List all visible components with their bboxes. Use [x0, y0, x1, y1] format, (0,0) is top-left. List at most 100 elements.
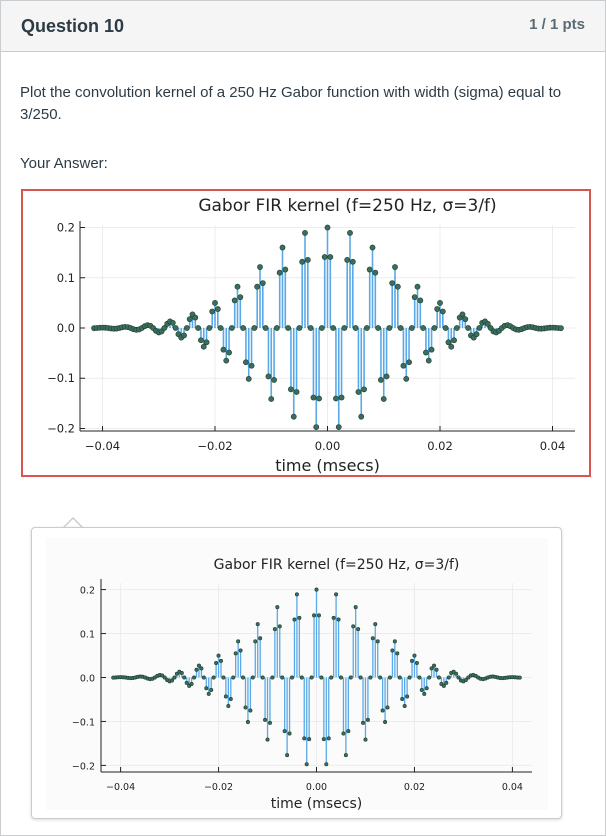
stem-marker: [243, 705, 248, 710]
stem-marker: [234, 283, 241, 290]
stem-marker: [378, 675, 383, 680]
x-tick-label: −0.04: [85, 439, 120, 453]
stem-marker: [169, 319, 176, 326]
stem-marker: [368, 675, 373, 680]
stem-marker: [282, 729, 287, 734]
stem-marker: [451, 337, 457, 344]
preview-plot-area: Gabor FIR kernel (f=250 Hz, σ=3/f) 0.2 0.1…: [46, 538, 548, 812]
stem-marker: [389, 280, 396, 287]
y-tick-label: −0.1: [72, 717, 95, 728]
answer-chart: Gabor FIR kernel (f=250 Hz, σ=3/f) 0.2 0.1…: [47, 196, 575, 475]
stem-marker: [209, 308, 216, 315]
stem-marker: [347, 230, 353, 236]
stem-marker: [195, 325, 202, 331]
stem-marker: [226, 704, 231, 709]
stem-marker: [444, 680, 449, 685]
stem-marker: [429, 666, 434, 671]
stem-marker: [307, 737, 312, 742]
stem-marker: [214, 661, 219, 666]
stem-marker: [383, 720, 388, 725]
stem-marker: [378, 377, 384, 383]
stem-marker: [267, 720, 272, 725]
stem-marker: [299, 258, 306, 265]
question-text: Plot the convolution kernel of a 250 Hz …: [20, 84, 562, 123]
stem-marker: [253, 639, 258, 644]
stem-marker: [517, 675, 522, 680]
stem-marker: [257, 264, 263, 270]
stem-marker: [309, 675, 314, 680]
stem-marker: [223, 357, 230, 364]
stem-marker: [206, 691, 211, 696]
stem-marker: [196, 663, 201, 668]
stem-marker: [407, 675, 412, 680]
stem-marker: [414, 661, 419, 666]
stem-marker: [192, 675, 197, 680]
stem-marker: [304, 762, 309, 767]
stem-marker: [341, 731, 346, 736]
stem-marker: [251, 325, 258, 331]
stem-marker: [245, 375, 252, 382]
stem-marker: [422, 691, 427, 696]
stem-marker: [288, 386, 294, 393]
stem-marker: [424, 686, 429, 691]
y-tick-label: 0.0: [80, 674, 95, 685]
stem-marker: [206, 325, 213, 331]
stem-marker: [387, 675, 392, 680]
stem-marker: [285, 325, 292, 331]
stem-marker: [170, 678, 175, 683]
stem-marker: [271, 377, 277, 383]
stem-marker: [432, 663, 437, 668]
stem-marker: [228, 325, 235, 331]
stem-marker: [209, 687, 214, 692]
stem-marker: [237, 294, 244, 301]
y-tick-label: 0.1: [57, 271, 75, 285]
stem-marker: [414, 283, 421, 290]
your-answer-label: Your Answer:: [20, 155, 108, 172]
stem-marker: [199, 666, 204, 671]
chart-title: Gabor FIR kernel (f=250 Hz, σ=3/f): [198, 196, 496, 216]
stem-marker: [417, 675, 422, 680]
stem-marker: [338, 394, 345, 401]
stem-marker: [356, 627, 361, 632]
x-tick-label: −0.02: [204, 782, 233, 793]
stem-marker: [405, 694, 410, 699]
y-tick-label: −0.2: [72, 761, 95, 772]
stem-marker: [434, 667, 439, 672]
stem-marker: [212, 300, 218, 306]
stem-marker: [343, 753, 348, 758]
stem-marker: [203, 339, 210, 346]
stem-marker: [172, 675, 177, 680]
stem-marker: [259, 280, 266, 287]
stem-marker: [439, 308, 446, 315]
y-tick-label: 0.2: [57, 221, 75, 235]
stem-marker: [233, 651, 238, 656]
stem-marker: [304, 257, 311, 263]
y-tick-label: −0.2: [47, 421, 75, 435]
stem-marker: [558, 325, 564, 332]
stem-marker: [265, 373, 272, 380]
stem-marker: [313, 424, 320, 431]
stem-marker: [392, 639, 397, 644]
stem-marker: [420, 325, 427, 331]
stem-marker: [310, 394, 317, 401]
stem-marker: [473, 331, 480, 338]
stem-marker: [349, 258, 356, 265]
stem-marker: [181, 332, 187, 339]
stem-marker: [297, 615, 302, 620]
answer-image[interactable]: Gabor FIR kernel (f=250 Hz, σ=3/f) 0.2 0.1…: [21, 189, 591, 477]
stem-marker: [372, 269, 379, 276]
image-preview-popup: Gabor FIR kernel (f=250 Hz, σ=3/f) 0.2 0.1…: [31, 527, 562, 819]
stem-marker: [268, 396, 275, 402]
stem-marker: [262, 325, 269, 331]
stem-marker: [346, 729, 351, 734]
stem-marker: [198, 337, 204, 344]
stem-marker: [238, 648, 243, 653]
stem-marker: [263, 717, 268, 722]
stem-marker: [231, 675, 236, 680]
stem-marker: [366, 266, 373, 273]
x-tick-label: 0.04: [540, 439, 566, 453]
y-tick-label: −0.1: [47, 371, 75, 385]
stem-marker: [338, 675, 343, 680]
stem-marker: [330, 325, 337, 331]
stem-marker: [319, 675, 324, 680]
